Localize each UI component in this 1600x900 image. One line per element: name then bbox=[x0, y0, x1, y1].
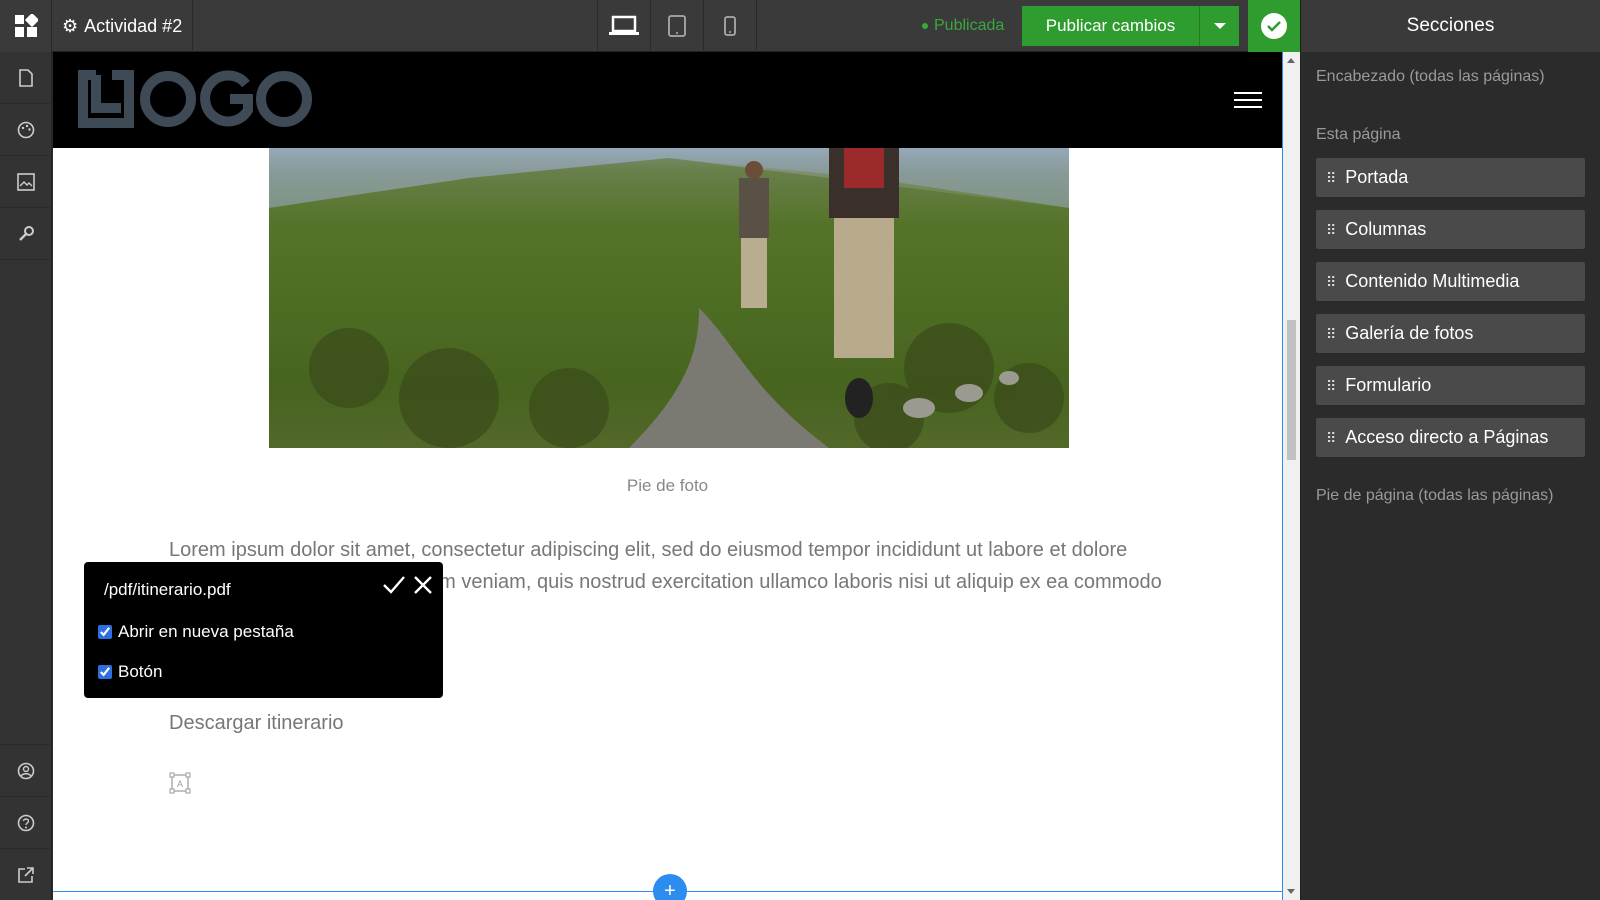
laptop-icon bbox=[609, 15, 639, 35]
drag-handle-icon[interactable]: ⠿ bbox=[1326, 275, 1336, 289]
page-canvas: Pie de foto Lorem ipsum dolor sit amet, … bbox=[53, 52, 1282, 900]
check-icon bbox=[383, 576, 405, 594]
hikers-trail-photo bbox=[269, 148, 1069, 448]
section-label: Portada bbox=[1345, 167, 1409, 187]
sections-panel: Secciones Encabezado (todas las páginas)… bbox=[1300, 0, 1600, 900]
button-style-label: Botón bbox=[118, 662, 163, 681]
mobile-icon bbox=[724, 16, 736, 36]
scroll-thumb[interactable] bbox=[1287, 320, 1296, 460]
site-name-button[interactable]: ⚙ Actividad #2 bbox=[52, 0, 194, 52]
mobile-view-button[interactable] bbox=[704, 0, 757, 52]
pages-button[interactable] bbox=[0, 52, 52, 104]
scroll-down-arrow-icon[interactable] bbox=[1287, 889, 1295, 894]
scroll-up-arrow-icon[interactable] bbox=[1287, 58, 1295, 63]
help-button[interactable] bbox=[0, 796, 52, 848]
status-dot-icon bbox=[922, 23, 928, 29]
header-section-label[interactable]: Encabezado (todas las páginas) bbox=[1301, 68, 1600, 86]
top-toolbar: ⚙ Actividad #2 Publicada Publicar cambio… bbox=[0, 0, 1300, 52]
page-icon bbox=[19, 68, 33, 87]
canvas-scrollbar[interactable] bbox=[1283, 52, 1300, 900]
add-section-button[interactable]: + bbox=[653, 874, 687, 900]
check-circle-icon bbox=[1261, 13, 1287, 39]
new-tab-label: Abrir en nueva pestaña bbox=[118, 622, 294, 641]
svg-text:A: A bbox=[177, 779, 183, 789]
drag-handle-icon[interactable]: ⠿ bbox=[1326, 327, 1336, 341]
section-list: ⠿ Portada ⠿ Columnas ⠿ Contenido Multimedia… bbox=[1301, 158, 1600, 457]
user-circle-icon bbox=[17, 762, 35, 779]
device-switcher bbox=[597, 0, 757, 52]
hero-photo[interactable] bbox=[269, 148, 1069, 448]
section-label: Acceso directo a Páginas bbox=[1345, 427, 1549, 447]
section-label: Galería de fotos bbox=[1345, 323, 1474, 343]
publish-status-label: Publicada bbox=[934, 17, 1005, 34]
publish-options-dropdown[interactable] bbox=[1200, 6, 1239, 46]
site-logo-image bbox=[78, 70, 312, 128]
left-sidebar-bottom bbox=[0, 744, 52, 900]
design-button[interactable] bbox=[0, 104, 52, 156]
drag-handle-icon[interactable]: ⠿ bbox=[1326, 379, 1336, 393]
help-icon bbox=[17, 814, 35, 831]
close-link-button[interactable] bbox=[412, 574, 434, 601]
new-tab-checkbox[interactable] bbox=[98, 625, 112, 639]
tablet-view-button[interactable] bbox=[651, 0, 704, 52]
section-item-multimedia[interactable]: ⠿ Contenido Multimedia bbox=[1316, 262, 1585, 301]
link-url-field[interactable]: /pdf/itinerario.pdf bbox=[104, 580, 231, 600]
gear-icon: ⚙ bbox=[62, 15, 79, 36]
button-style-option[interactable]: Botón bbox=[98, 662, 162, 682]
site-header[interactable] bbox=[53, 52, 1282, 148]
section-item-columnas[interactable]: ⠿ Columnas bbox=[1316, 210, 1585, 249]
dashboard-logo-icon bbox=[14, 14, 38, 37]
image-gallery-icon bbox=[17, 172, 35, 191]
site-name-label: Actividad #2 bbox=[84, 15, 183, 36]
palette-icon bbox=[17, 121, 35, 138]
footer-section-label[interactable]: Pie de página (todas las páginas) bbox=[1301, 487, 1600, 505]
section-item-formulario[interactable]: ⠿ Formulario bbox=[1316, 366, 1585, 405]
tablet-icon bbox=[668, 15, 686, 37]
section-item-portada[interactable]: ⠿ Portada bbox=[1316, 158, 1585, 197]
photo-caption[interactable]: Pie de foto bbox=[53, 476, 1282, 496]
drag-handle-icon[interactable]: ⠿ bbox=[1326, 223, 1336, 237]
desktop-view-button[interactable] bbox=[598, 0, 651, 52]
media-button[interactable] bbox=[0, 156, 52, 208]
app-logo-button[interactable] bbox=[0, 0, 52, 52]
caret-down-icon bbox=[1213, 23, 1226, 29]
drag-handle-icon[interactable]: ⠿ bbox=[1326, 171, 1336, 185]
button-style-checkbox[interactable] bbox=[98, 665, 112, 679]
settings-button[interactable] bbox=[0, 208, 52, 260]
section-item-galeria[interactable]: ⠿ Galería de fotos bbox=[1316, 314, 1585, 353]
publish-status: Publicada bbox=[922, 0, 1004, 52]
account-button[interactable] bbox=[0, 744, 52, 796]
image-placeholder-icon[interactable]: A bbox=[169, 772, 191, 799]
publish-changes-button[interactable]: Publicar cambios bbox=[1022, 6, 1200, 46]
site-status-button[interactable] bbox=[1248, 0, 1300, 52]
menu-hamburger-icon[interactable] bbox=[1234, 92, 1262, 113]
open-site-button[interactable] bbox=[0, 848, 52, 900]
left-sidebar bbox=[0, 52, 52, 900]
download-itinerary-link[interactable]: Descargar itinerario bbox=[169, 712, 344, 735]
close-icon bbox=[414, 576, 432, 594]
wrench-icon bbox=[19, 225, 34, 241]
section-label: Formulario bbox=[1345, 375, 1432, 395]
link-editor-popup: /pdf/itinerario.pdf Abrir en nueva pesta… bbox=[84, 562, 443, 698]
panel-title: Secciones bbox=[1301, 0, 1600, 52]
confirm-link-button[interactable] bbox=[382, 574, 406, 601]
external-link-icon bbox=[18, 866, 34, 883]
this-page-label: Esta página bbox=[1316, 126, 1401, 143]
section-label: Contenido Multimedia bbox=[1345, 271, 1520, 291]
section-item-acceso-paginas[interactable]: ⠿ Acceso directo a Páginas bbox=[1316, 418, 1585, 457]
new-tab-option[interactable]: Abrir en nueva pestaña bbox=[98, 622, 294, 642]
drag-handle-icon[interactable]: ⠿ bbox=[1326, 431, 1336, 445]
section-label: Columnas bbox=[1345, 219, 1427, 239]
